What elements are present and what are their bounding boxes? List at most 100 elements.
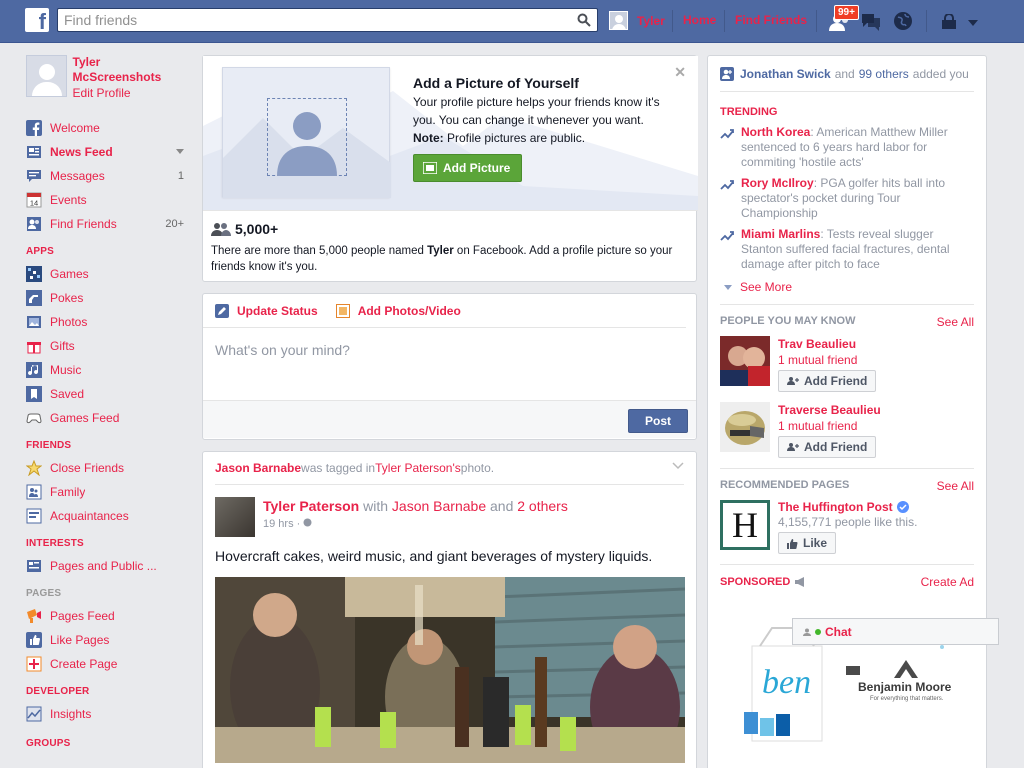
search-input[interactable] xyxy=(58,9,558,31)
profile-summary: Tyler McScreenshots Edit Profile xyxy=(26,55,188,103)
topbar-profile-link[interactable]: Tyler xyxy=(609,11,665,30)
trending-icon xyxy=(720,180,734,190)
post-photo[interactable] xyxy=(215,577,685,763)
sidebar-item-pages-feed[interactable]: Pages Feed xyxy=(26,604,188,628)
edit-profile-link[interactable]: Edit Profile xyxy=(73,85,188,101)
chat-tab[interactable]: Chat xyxy=(792,618,999,645)
sidebar-item-like-pages[interactable]: Like Pages xyxy=(26,628,188,652)
status-input[interactable]: What's on your mind? xyxy=(203,328,696,400)
trending-topic[interactable]: Miami Marlins xyxy=(741,227,820,241)
profile-name[interactable]: Tyler McScreenshots xyxy=(73,55,188,85)
trending-item[interactable]: Miami Marlins: Tests reveal slugger Stan… xyxy=(720,227,974,272)
trending-icon xyxy=(720,231,734,241)
privacy-shortcuts-icon[interactable] xyxy=(940,13,958,33)
author-avatar[interactable] xyxy=(215,497,255,537)
sidebar-item-acquaintances[interactable]: Acquaintances xyxy=(26,504,188,528)
sidebar-item-find-friends[interactable]: Find Friends 20+ xyxy=(26,212,188,236)
add-picture-button[interactable]: Add Picture xyxy=(413,154,522,182)
sidebar-item-events[interactable]: 14 Events xyxy=(26,188,188,212)
suggestion-item: Trav Beaulieu 1 mutual friend Add Friend xyxy=(720,336,974,392)
profile-picture-placeholder[interactable] xyxy=(222,67,391,198)
create-ad-link[interactable]: Create Ad xyxy=(921,575,974,589)
add-friend-button[interactable]: Add Friend xyxy=(778,370,877,392)
tab-update-status[interactable]: Update Status xyxy=(215,303,318,318)
sidebar-item-label: Gifts xyxy=(50,339,75,353)
trending-topic[interactable]: North Korea xyxy=(741,125,810,139)
sidebar-item-family[interactable]: Family xyxy=(26,480,188,504)
suggestion-photo[interactable] xyxy=(720,402,770,452)
pages-feed-icon xyxy=(27,609,41,623)
sidebar-item-photos[interactable]: Photos xyxy=(26,310,188,334)
divider xyxy=(672,10,673,32)
person-icon xyxy=(803,628,811,636)
globe-notifications-icon[interactable] xyxy=(893,11,913,34)
story-actor-link[interactable]: Jason Barnabe xyxy=(215,461,301,475)
sidebar-item-news-feed[interactable]: News Feed xyxy=(26,140,188,164)
see-all-link[interactable]: See All xyxy=(937,479,974,493)
find-friends-link[interactable]: Find Friends xyxy=(735,13,807,27)
others-link[interactable]: 2 others xyxy=(517,498,568,514)
author-name-link[interactable]: Tyler Paterson xyxy=(263,498,359,514)
friend-added-notice[interactable]: Jonathan Swick and 99 others added you xyxy=(720,56,974,92)
sidebar-item-label: Welcome xyxy=(50,121,100,135)
left-sidebar: Tyler McScreenshots Edit Profile Welcome… xyxy=(26,55,188,754)
search-icon[interactable] xyxy=(577,13,591,30)
sidebar-item-insights[interactable]: Insights xyxy=(26,702,188,726)
chevron-down-icon[interactable] xyxy=(967,16,979,30)
mutual-friends-link[interactable]: 1 mutual friend xyxy=(778,418,881,434)
messages-icon[interactable] xyxy=(860,12,882,35)
trending-item[interactable]: Rory McIlroy: PGA golfer hits ball into … xyxy=(720,176,974,221)
sidebar-item-create-page[interactable]: Create Page xyxy=(26,652,188,676)
sidebar-item-messages[interactable]: Messages 1 xyxy=(26,164,188,188)
mutual-friends-link[interactable]: 1 mutual friend xyxy=(778,352,876,368)
page-name-link[interactable]: The Huffington Post xyxy=(778,500,917,514)
tab-add-photos[interactable]: Add Photos/Video xyxy=(335,303,461,318)
card-title: Add a Picture of Yourself xyxy=(413,75,579,91)
search-box[interactable] xyxy=(57,8,598,32)
story-target-link[interactable]: Tyler Paterson's xyxy=(375,461,461,475)
like-button[interactable]: Like xyxy=(778,532,837,554)
news-feed: Add a Picture of Yourself Your profile p… xyxy=(202,55,698,768)
chevron-down-icon[interactable] xyxy=(176,149,184,154)
added-name-link[interactable]: Jonathan Swick xyxy=(740,67,831,81)
megaphone-icon xyxy=(795,577,805,587)
facebook-logo[interactable]: f xyxy=(25,8,49,32)
home-link[interactable]: Home xyxy=(683,13,716,27)
post-button[interactable]: Post xyxy=(628,409,688,433)
pencil-icon xyxy=(215,303,229,318)
trending-title: TRENDING xyxy=(720,106,778,118)
trending-item[interactable]: North Korea: American Matthew Miller sen… xyxy=(720,125,974,170)
topbar-user-name[interactable]: Tyler xyxy=(637,14,665,28)
sidebar-item-pokes[interactable]: Pokes xyxy=(26,286,188,310)
sidebar-item-pages-public[interactable]: Pages and Public ... xyxy=(26,554,188,578)
sidebar-item-games-feed[interactable]: Games Feed xyxy=(26,406,188,430)
post-text: Hovercraft cakes, weird music, and giant… xyxy=(215,548,653,564)
name-count: 5,000+ xyxy=(211,221,690,237)
trending-icon xyxy=(720,129,734,139)
count-value: 5,000+ xyxy=(235,221,279,237)
news-feed-icon xyxy=(27,146,41,158)
sidebar-item-gifts[interactable]: Gifts xyxy=(26,334,188,358)
tagged-name-link[interactable]: Jason Barnabe xyxy=(392,498,486,514)
sidebar-item-welcome[interactable]: Welcome xyxy=(26,116,188,140)
story-options-chevron-icon[interactable] xyxy=(672,462,684,470)
add-friend-button[interactable]: Add Friend xyxy=(778,436,877,458)
notification-badge: 99+ xyxy=(834,5,859,20)
sidebar-item-close-friends[interactable]: Close Friends xyxy=(26,456,188,480)
suggestion-name[interactable]: Traverse Beaulieu xyxy=(778,402,881,418)
sidebar-item-music[interactable]: Music xyxy=(26,358,188,382)
close-icon[interactable]: ✕ xyxy=(674,64,686,81)
see-all-link[interactable]: See All xyxy=(937,315,974,329)
post-timestamp[interactable]: 19 hrs · xyxy=(263,518,568,530)
pymk-title: PEOPLE YOU MAY KNOW xyxy=(720,315,856,327)
see-more-link[interactable]: See More xyxy=(724,278,974,296)
sidebar-item-saved[interactable]: Saved xyxy=(26,382,188,406)
page-logo[interactable]: H xyxy=(720,500,770,550)
profile-picture[interactable] xyxy=(26,55,67,97)
added-others-link[interactable]: 99 others xyxy=(859,67,909,81)
sidebar-item-games[interactable]: Games xyxy=(26,262,188,286)
suggestion-name[interactable]: Trav Beaulieu xyxy=(778,336,876,352)
sidebar-item-label: Like Pages xyxy=(50,633,110,647)
suggestion-photo[interactable] xyxy=(720,336,770,386)
trending-topic[interactable]: Rory McIlroy xyxy=(741,176,814,190)
